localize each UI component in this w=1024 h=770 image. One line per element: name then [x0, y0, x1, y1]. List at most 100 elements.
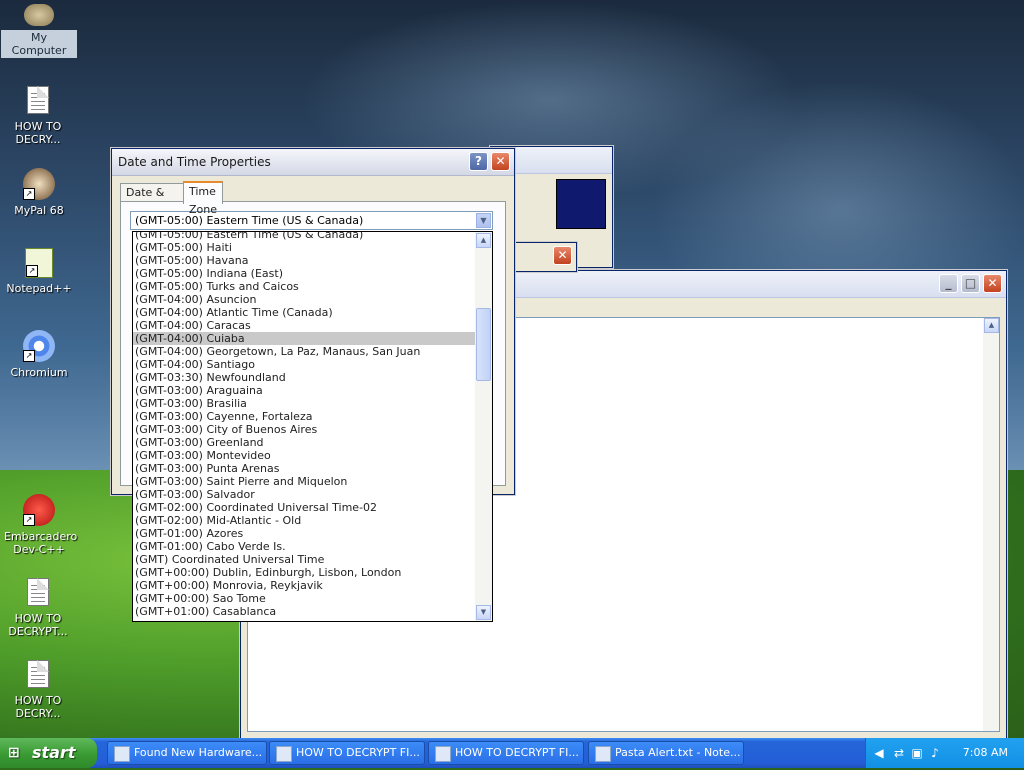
- network-icon[interactable]: ⇄: [892, 746, 906, 760]
- time-zone-dropdown-list[interactable]: (GMT-05:00) Eastern Time (US & Canada) (G…: [132, 231, 493, 622]
- close-button[interactable]: ✕: [553, 246, 572, 265]
- text-document-icon: [27, 660, 49, 688]
- desktop-icon-label: Chromium: [10, 366, 68, 379]
- taskbar-button-decrypt-2[interactable]: HOW TO DECRYPT FI...: [428, 741, 584, 765]
- mypal-icon: ↗: [23, 168, 55, 200]
- text-document-icon: [27, 578, 49, 606]
- notepad-icon: [435, 746, 451, 762]
- computer-icon: [24, 4, 54, 26]
- windows-flag-icon: ⊞: [8, 745, 20, 761]
- desktop-icon-how-to-decrypt-3[interactable]: HOW TO DECRY...: [0, 658, 76, 720]
- notepad-icon: [595, 746, 611, 762]
- time-zone-option[interactable]: (GMT-03:00) Cayenne, Fortaleza: [133, 410, 476, 423]
- time-zone-option[interactable]: (GMT-03:00) Montevideo: [133, 449, 476, 462]
- time-zone-option[interactable]: (GMT+00:00) Sao Tome: [133, 592, 476, 605]
- desktop-icon-mypal[interactable]: ↗ MyPal 68: [1, 168, 77, 217]
- time-zone-option[interactable]: (GMT-01:00) Azores: [133, 527, 476, 540]
- time-zone-option[interactable]: (GMT-05:00) Indiana (East): [133, 267, 476, 280]
- time-zone-option[interactable]: (GMT-05:00) Turks and Caicos: [133, 280, 476, 293]
- time-zone-option[interactable]: (GMT-03:00) Brasilia: [133, 397, 476, 410]
- display-icon[interactable]: ▣: [910, 746, 924, 760]
- time-zone-option[interactable]: (GMT-03:30) Newfoundland: [133, 371, 476, 384]
- maximize-button[interactable]: □: [961, 274, 980, 293]
- tab-time-zone[interactable]: Time Zone: [183, 181, 223, 216]
- hardware-icon: [114, 746, 130, 762]
- desktop-icon-how-to-decrypt-1[interactable]: HOW TO DECRY...: [0, 84, 76, 146]
- time-zone-option[interactable]: (GMT-05:00) Havana: [133, 254, 476, 267]
- tray-collapse-icon[interactable]: ◀: [872, 746, 886, 760]
- scroll-up-button[interactable]: ▲: [984, 318, 999, 333]
- time-zone-option[interactable]: (GMT-04:00) Santiago: [133, 358, 476, 371]
- shortcut-arrow-icon: ↗: [23, 350, 35, 362]
- time-zone-option[interactable]: (GMT-04:00) Atlantic Time (Canada): [133, 306, 476, 319]
- clock[interactable]: 7:08 AM: [963, 746, 1008, 759]
- desktop-icon-my-computer[interactable]: My Computer: [1, 4, 77, 58]
- dropdown-vertical-scrollbar[interactable]: ▲ ▼: [475, 232, 492, 621]
- desktop-icon-notepadpp[interactable]: ↗ Notepad++: [1, 248, 77, 295]
- taskbar: ⊞ start Found New Hardware... HOW TO DEC…: [0, 738, 1024, 768]
- chevron-down-icon[interactable]: ▼: [476, 213, 491, 228]
- notepad-vertical-scrollbar[interactable]: ▲: [983, 318, 999, 731]
- close-button[interactable]: ✕: [491, 152, 510, 171]
- taskbar-button-label: HOW TO DECRYPT FI...: [455, 746, 579, 759]
- desktop-icon-label: Embarcadero Dev-C++: [4, 530, 78, 556]
- taskbar-button-label: Found New Hardware...: [134, 746, 263, 759]
- minimize-button[interactable]: _: [939, 274, 958, 293]
- time-zone-option[interactable]: (GMT-03:00) Greenland: [133, 436, 476, 449]
- time-zone-option[interactable]: (GMT-03:00) Salvador: [133, 488, 476, 501]
- time-zone-option[interactable]: (GMT) Coordinated Universal Time: [133, 553, 476, 566]
- time-zone-option[interactable]: (GMT-04:00) Caracas: [133, 319, 476, 332]
- text-document-icon: [27, 86, 49, 114]
- desktop-icon-label: HOW TO DECRY...: [14, 120, 62, 146]
- time-zone-option[interactable]: (GMT-04:00) Cuiaba: [133, 332, 476, 345]
- scroll-up-button[interactable]: ▲: [476, 233, 491, 248]
- time-zone-option[interactable]: (GMT-03:00) Araguaina: [133, 384, 476, 397]
- taskbar-button-label: HOW TO DECRYPT FI...: [296, 746, 420, 759]
- notepadpp-icon: ↗: [25, 248, 53, 278]
- time-zone-option[interactable]: (GMT-01:00) Cabo Verde Is.: [133, 540, 476, 553]
- time-zone-option[interactable]: (GMT-03:00) Saint Pierre and Miquelon: [133, 475, 476, 488]
- shortcut-arrow-icon: ↗: [23, 514, 35, 526]
- taskbar-button-found-new-hardware[interactable]: Found New Hardware...: [107, 741, 267, 765]
- taskbar-button-label: Pasta Alert.txt - Note...: [615, 746, 741, 759]
- volume-icon[interactable]: ♪: [928, 746, 942, 760]
- taskbar-button-decrypt-1[interactable]: HOW TO DECRYPT FI...: [269, 741, 425, 765]
- time-zone-option[interactable]: (GMT-04:00) Georgetown, La Paz, Manaus, …: [133, 345, 476, 358]
- time-zone-option[interactable]: (GMT-02:00) Coordinated Universal Time-0…: [133, 501, 476, 514]
- desktop-icon-label: HOW TO DECRY...: [14, 694, 62, 720]
- time-zone-option[interactable]: (GMT-05:00) Haiti: [133, 241, 476, 254]
- desktop-icon-how-to-decrypt-2[interactable]: HOW TO DECRYPT...: [0, 576, 76, 638]
- time-zone-option[interactable]: (GMT+01:00) Casablanca: [133, 605, 476, 618]
- shortcut-arrow-icon: ↗: [26, 265, 38, 277]
- start-button[interactable]: ⊞ start: [0, 738, 97, 768]
- tab-date-time[interactable]: Date & Time: [120, 183, 185, 217]
- devcpp-icon: ↗: [23, 494, 55, 526]
- desktop-icon-label: HOW TO DECRYPT...: [8, 612, 68, 638]
- scrollbar-thumb[interactable]: [476, 308, 491, 381]
- time-zone-combobox[interactable]: (GMT-05:00) Eastern Time (US & Canada) ▼: [130, 211, 493, 230]
- notepad-icon: [276, 746, 292, 762]
- time-zone-option[interactable]: (GMT+00:00) Dublin, Edinburgh, Lisbon, L…: [133, 566, 476, 579]
- time-zone-option[interactable]: (GMT+00:00) Monrovia, Reykjavik: [133, 579, 476, 592]
- chromium-icon: ↗: [23, 330, 55, 362]
- time-zone-options: (GMT-05:00) Eastern Time (US & Canada) (G…: [133, 232, 476, 618]
- time-zone-option[interactable]: (GMT-04:00) Asuncion: [133, 293, 476, 306]
- close-button[interactable]: ✕: [983, 274, 1002, 293]
- desktop-icon-label: MyPal 68: [14, 204, 64, 217]
- time-zone-option[interactable]: (GMT-02:00) Mid-Atlantic - Old: [133, 514, 476, 527]
- desktop-icon-label: Notepad++: [6, 282, 72, 295]
- dialog-titlebar[interactable]: Date and Time Properties ? ✕: [112, 149, 514, 176]
- help-button[interactable]: ?: [469, 152, 488, 171]
- system-tray: ◀ ⇄ ▣ ♪ 7:08 AM: [865, 738, 1024, 768]
- dialog-title: Date and Time Properties: [118, 155, 271, 169]
- shortcut-arrow-icon: ↗: [23, 188, 35, 200]
- time-zone-combobox-value: (GMT-05:00) Eastern Time (US & Canada): [135, 214, 364, 227]
- desktop-icon-devcpp[interactable]: ↗ Embarcadero Dev-C++: [1, 494, 77, 556]
- desktop-icon-chromium[interactable]: ↗ Chromium: [1, 330, 77, 379]
- scroll-down-button[interactable]: ▼: [476, 605, 491, 620]
- time-zone-option[interactable]: (GMT-03:00) Punta Arenas: [133, 462, 476, 475]
- time-zone-option[interactable]: (GMT-05:00) Eastern Time (US & Canada): [133, 232, 476, 241]
- taskbar-button-pasta-alert[interactable]: Pasta Alert.txt - Note...: [588, 741, 744, 765]
- time-zone-option[interactable]: (GMT-03:00) City of Buenos Aires: [133, 423, 476, 436]
- desktop-icon-label: My Computer: [1, 30, 77, 58]
